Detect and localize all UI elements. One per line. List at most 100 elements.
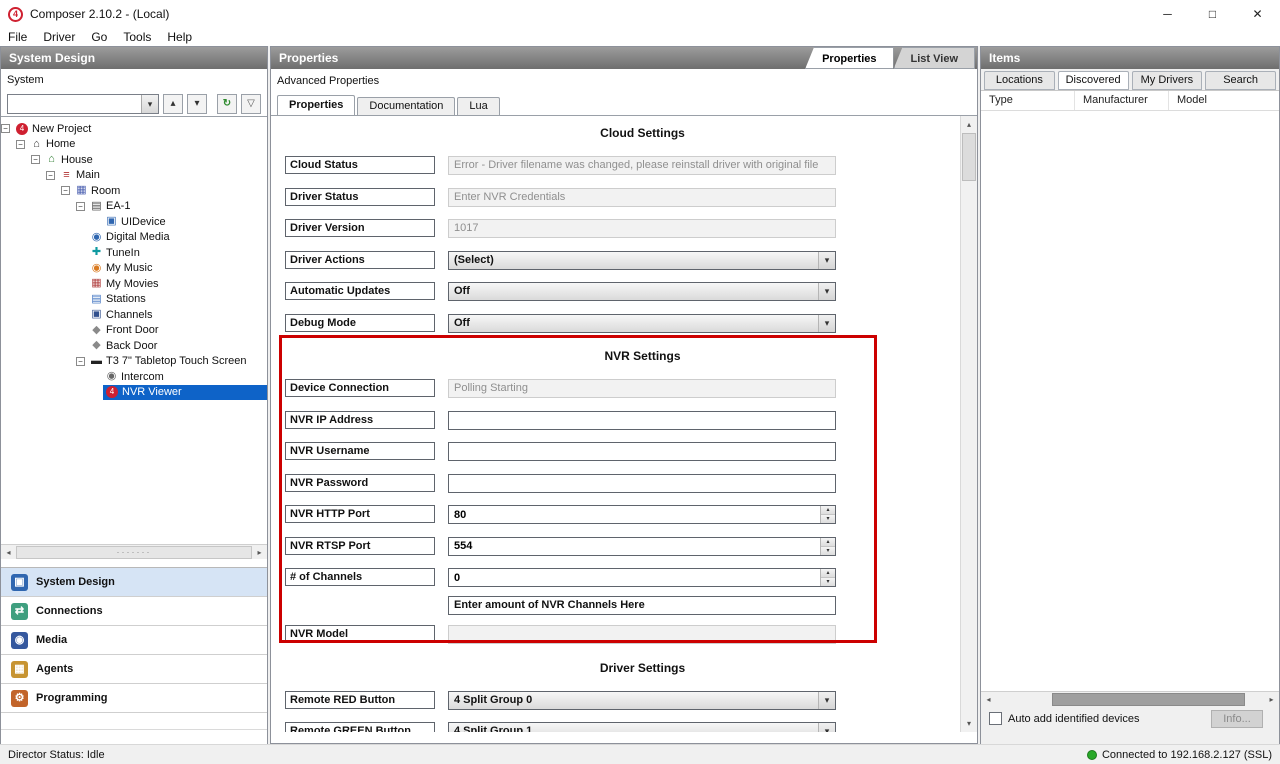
collapse-icon[interactable]: − <box>46 171 55 180</box>
items-tab-discovered[interactable]: Discovered <box>1058 71 1129 90</box>
menu-item-go[interactable]: Go <box>83 29 115 45</box>
collapse-icon[interactable]: − <box>61 186 70 195</box>
chevron-down-icon[interactable]: ▾ <box>818 252 835 269</box>
scroll-right-icon[interactable]: ▸ <box>1264 692 1279 707</box>
prop-dropdown-remote-green-button[interactable]: 4 Split Group 1▾ <box>448 722 836 732</box>
spin-up-icon[interactable]: ▴ <box>821 538 835 547</box>
system-search-combobox[interactable]: ▾ <box>7 94 159 114</box>
prop-input-nvr-ip-address[interactable] <box>448 411 836 430</box>
nav-item-media[interactable]: ◉Media <box>1 626 267 655</box>
scroll-up-icon[interactable]: ▴ <box>961 116 977 133</box>
tree-item-channels[interactable]: ▣Channels <box>1 307 267 323</box>
scroll-left-icon[interactable]: ◂ <box>1 545 16 560</box>
nav-item-connections[interactable]: ⇄Connections <box>1 597 267 626</box>
scroll-down-icon[interactable]: ▾ <box>961 715 977 732</box>
prop-input-nvr-rtsp-port[interactable] <box>449 538 820 555</box>
nav-item-system-design[interactable]: ▣System Design <box>1 568 267 597</box>
tree-item-house[interactable]: −⌂House <box>1 152 267 168</box>
move-up-button[interactable]: ▴ <box>163 94 183 114</box>
tree-item-label: My Movies <box>106 278 159 290</box>
collapse-icon[interactable]: − <box>31 155 40 164</box>
collapse-icon[interactable]: − <box>16 140 25 149</box>
menu-item-help[interactable]: Help <box>159 29 200 45</box>
column-header-model[interactable]: Model <box>1169 91 1279 110</box>
tree-item-t3-7-tabletop-touch-screen[interactable]: −▬T3 7" Tabletop Touch Screen <box>1 354 267 370</box>
info-button[interactable]: Info... <box>1211 710 1263 728</box>
tab-documentation[interactable]: Documentation <box>357 97 455 115</box>
items-horizontal-scrollbar[interactable]: ◂ ▸ <box>981 691 1279 706</box>
items-tab-search[interactable]: Search <box>1205 71 1276 90</box>
collapse-icon[interactable]: − <box>1 124 10 133</box>
minimize-button[interactable]: ─ <box>1145 0 1190 28</box>
nav-item-agents[interactable]: ▦Agents <box>1 655 267 684</box>
tree-item-digital-media[interactable]: ◉Digital Media <box>1 230 267 246</box>
spin-up-icon[interactable]: ▴ <box>821 506 835 515</box>
column-header-type[interactable]: Type <box>981 91 1075 110</box>
tree-horizontal-scrollbar[interactable]: ◂ ······· ▸ <box>1 544 267 559</box>
tree-item-nvr-viewer[interactable]: 4NVR Viewer <box>1 385 267 401</box>
chevron-down-icon[interactable]: ▾ <box>141 95 158 113</box>
items-tab-locations[interactable]: Locations <box>984 71 1055 90</box>
auto-add-checkbox[interactable] <box>989 712 1002 725</box>
chevron-down-icon[interactable]: ▾ <box>818 283 835 300</box>
tree-item-label: Main <box>76 169 100 181</box>
collapse-icon[interactable]: − <box>76 202 85 211</box>
tree-item-intercom[interactable]: ◉Intercom <box>1 369 267 385</box>
nav-item-programming[interactable]: ⚙Programming <box>1 684 267 713</box>
tree-item-front-door[interactable]: ◆Front Door <box>1 323 267 339</box>
tree-item-my-music[interactable]: ◉My Music <box>1 261 267 277</box>
mode-nav: ▣System Design⇄Connections◉Media▦Agents⚙… <box>1 567 267 713</box>
menu-item-driver[interactable]: Driver <box>35 29 83 45</box>
prop-dropdown-driver-actions[interactable]: (Select)▾ <box>448 251 836 270</box>
floor-icon: ≡ <box>60 169 73 182</box>
tree-item-tunein[interactable]: ✚TuneIn <box>1 245 267 261</box>
agents-icon: ▦ <box>11 661 28 678</box>
tree-item-back-door[interactable]: ◆Back Door <box>1 338 267 354</box>
move-down-button[interactable]: ▾ <box>187 94 207 114</box>
chevron-down-icon[interactable]: ▾ <box>818 723 835 732</box>
properties-vertical-scrollbar[interactable]: ▴ ▾ <box>960 116 977 732</box>
chevron-down-icon[interactable]: ▾ <box>818 315 835 332</box>
prop-dropdown-automatic-updates[interactable]: Off▾ <box>448 282 836 301</box>
close-button[interactable]: ✕ <box>1235 0 1280 28</box>
prop-label-nvr-username: NVR Username <box>285 442 435 460</box>
tree-item-uidevice[interactable]: ▣UIDevice <box>1 214 267 230</box>
tree-item-home[interactable]: −⌂Home <box>1 137 267 153</box>
view-tab-properties[interactable]: Properties <box>805 47 893 69</box>
tree-item-label: House <box>61 154 93 166</box>
filter-button[interactable]: ▽ <box>241 94 261 114</box>
tree-item-my-movies[interactable]: ▦My Movies <box>1 276 267 292</box>
scroll-right-icon[interactable]: ▸ <box>252 545 267 560</box>
spin-up-icon[interactable]: ▴ <box>821 569 835 578</box>
menu-item-tools[interactable]: Tools <box>115 29 159 45</box>
prop-input-nvr-http-port[interactable] <box>449 506 820 523</box>
tree-item-ea-1[interactable]: −▤EA-1 <box>1 199 267 215</box>
tab-properties[interactable]: Properties <box>277 95 355 115</box>
prop-input-of-channels[interactable] <box>449 569 820 586</box>
scroll-left-icon[interactable]: ◂ <box>981 692 996 707</box>
scrollbar-thumb[interactable] <box>1052 693 1245 706</box>
refresh-button[interactable]: ↻ <box>217 94 237 114</box>
prop-input-nvr-username[interactable] <box>448 442 836 461</box>
spin-down-icon[interactable]: ▾ <box>821 515 835 523</box>
scrollbar-thumb[interactable]: ······· <box>16 546 252 559</box>
prop-input-nvr-password[interactable] <box>448 474 836 493</box>
chevron-down-icon[interactable]: ▾ <box>818 692 835 709</box>
prop-dropdown-remote-red-button[interactable]: 4 Split Group 0▾ <box>448 691 836 710</box>
tab-lua[interactable]: Lua <box>457 97 499 115</box>
items-tab-my-drivers[interactable]: My Drivers <box>1132 71 1203 90</box>
tree-item-new-project[interactable]: −4New Project <box>1 121 267 137</box>
panel-splitter[interactable] <box>1 559 267 567</box>
tree-item-main[interactable]: −≡Main <box>1 168 267 184</box>
scrollbar-thumb[interactable] <box>962 133 976 181</box>
tree-item-room[interactable]: −▦Room <box>1 183 267 199</box>
maximize-button[interactable]: □ <box>1190 0 1235 28</box>
column-header-manufacturer[interactable]: Manufacturer <box>1075 91 1169 110</box>
prop-dropdown-debug-mode[interactable]: Off▾ <box>448 314 836 333</box>
spin-down-icon[interactable]: ▾ <box>821 547 835 555</box>
view-tab-list-view[interactable]: List View <box>894 47 975 69</box>
tree-item-stations[interactable]: ▤Stations <box>1 292 267 308</box>
spin-down-icon[interactable]: ▾ <box>821 578 835 586</box>
menu-item-file[interactable]: File <box>0 29 35 45</box>
collapse-icon[interactable]: − <box>76 357 85 366</box>
